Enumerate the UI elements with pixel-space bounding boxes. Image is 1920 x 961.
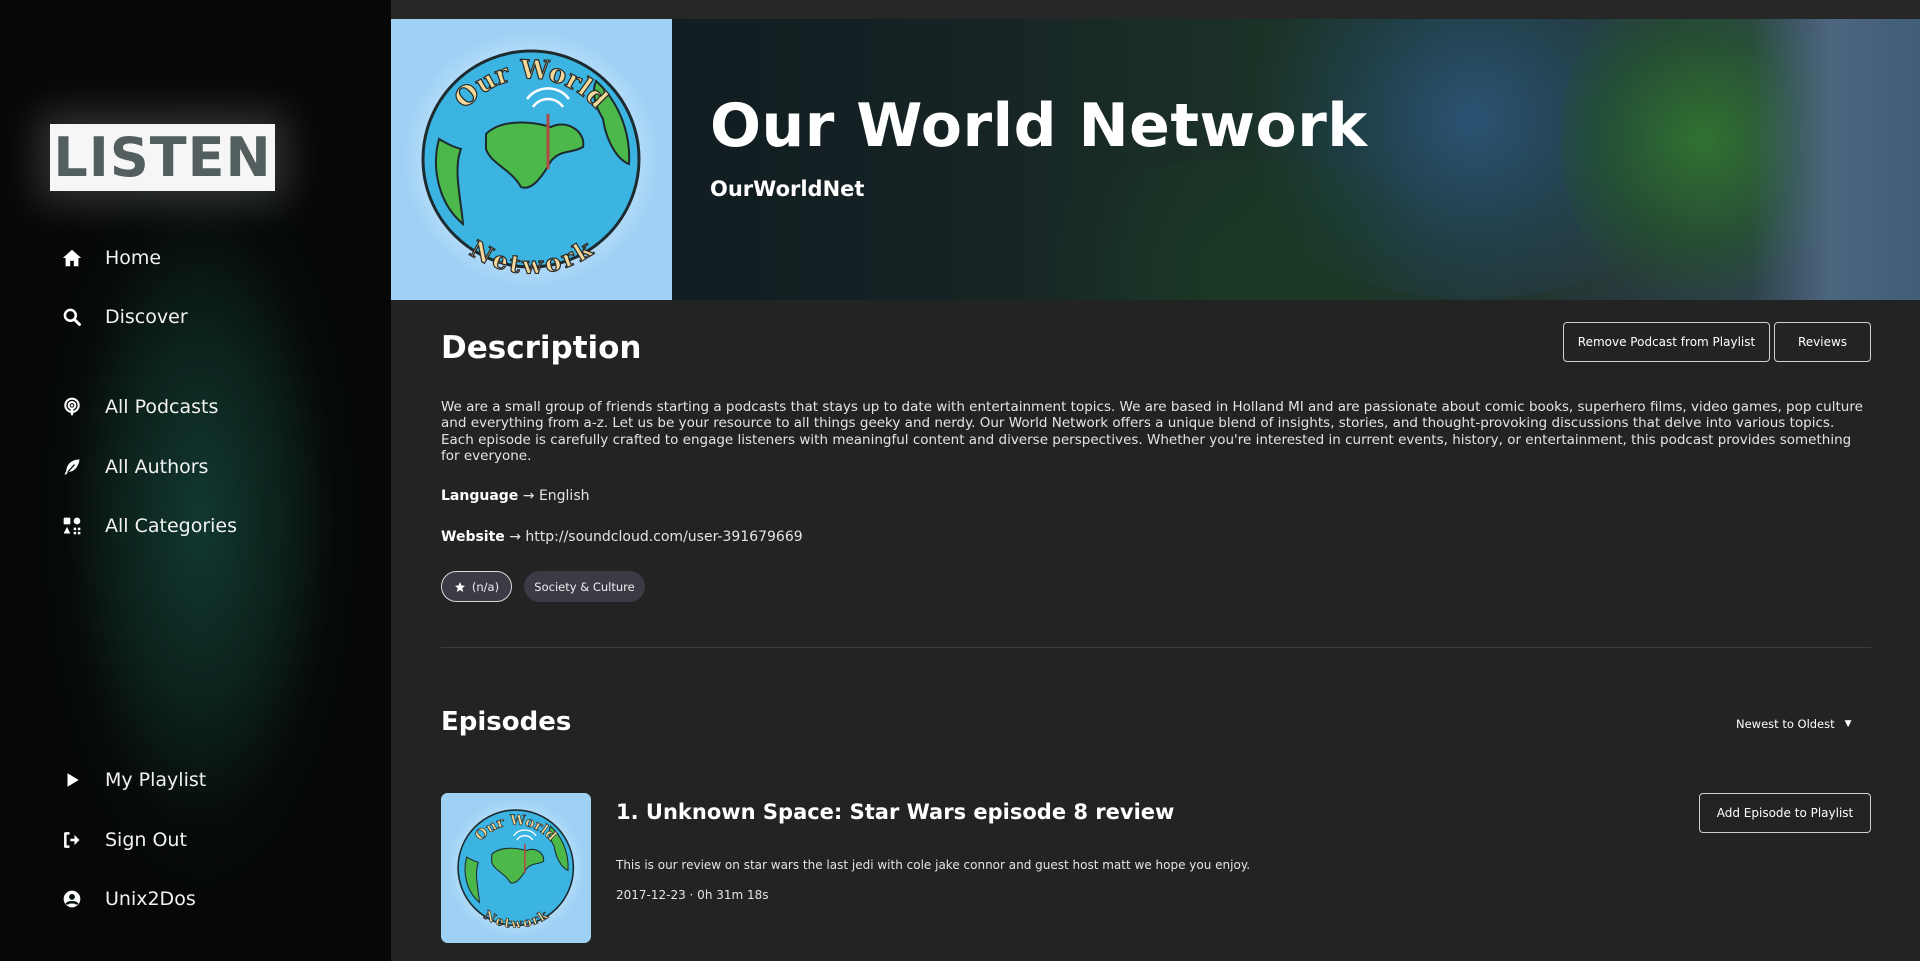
home-icon: [60, 246, 84, 270]
sidebar-item-label: All Categories: [105, 515, 238, 537]
app-logo[interactable]: LISTEN: [50, 124, 275, 191]
play-icon: [60, 768, 84, 792]
sidebar-item-user[interactable]: Unix2Dos: [60, 884, 196, 914]
rating-value: (n/a): [471, 579, 500, 594]
website-line: Website → http://soundcloud.com/user-391…: [441, 529, 803, 545]
arrow: →: [509, 529, 521, 545]
categories-icon: [60, 514, 84, 538]
podcast-cover: Our World Network: [391, 19, 672, 300]
user-circle-icon: [60, 887, 84, 911]
category-badge[interactable]: Society & Culture: [524, 571, 645, 602]
episode-description: This is our review on star wars the last…: [616, 858, 1251, 872]
episode-title[interactable]: 1. Unknown Space: Star Wars episode 8 re…: [616, 800, 1174, 824]
language-label: Language: [441, 488, 519, 504]
sidebar-item-label: Sign Out: [105, 829, 187, 851]
sidebar-item-home[interactable]: Home: [60, 243, 161, 273]
sidebar-item-label: My Playlist: [105, 769, 207, 791]
website-value[interactable]: http://soundcloud.com/user-391679669: [525, 529, 802, 545]
podcast-title: Our World Network: [710, 91, 1368, 161]
sort-label: Newest to Oldest: [1736, 717, 1835, 731]
sidebar: LISTEN Home Discover All Podcasts All Au…: [0, 0, 391, 961]
language-line: Language → English: [441, 488, 590, 504]
add-episode-button[interactable]: Add Episode to Playlist: [1699, 793, 1871, 833]
sidebar-item-label: All Podcasts: [105, 396, 219, 418]
podcast-author[interactable]: OurWorldNet: [710, 177, 864, 201]
sidebar-item-all-categories[interactable]: All Categories: [60, 511, 237, 541]
podcast-icon: [60, 395, 84, 419]
search-icon: [60, 305, 84, 329]
language-value: English: [538, 488, 590, 504]
sidebar-item-label: All Authors: [105, 456, 209, 478]
episodes-heading: Episodes: [441, 707, 572, 737]
sidebar-item-all-authors[interactable]: All Authors: [60, 452, 208, 482]
star-icon: [454, 581, 465, 592]
sidebar-item-label: Unix2Dos: [105, 888, 196, 910]
logo-text: LISTEN: [53, 125, 272, 189]
top-bar: [391, 0, 1920, 19]
sidebar-item-label: Home: [105, 247, 162, 269]
sidebar-item-label: Discover: [105, 306, 188, 328]
episode-meta: 2017-12-23 · 0h 31m 18s: [616, 888, 769, 902]
caret-down-icon: ▼: [1844, 719, 1852, 729]
description-text: We are a small group of friends starting…: [441, 399, 1863, 464]
rating-badge[interactable]: (n/a): [441, 571, 512, 602]
reviews-button[interactable]: Reviews: [1774, 322, 1871, 362]
episode-cover[interactable]: Our World Network: [441, 793, 591, 943]
sidebar-item-discover[interactable]: Discover: [60, 302, 188, 332]
sidebar-item-my-playlist[interactable]: My Playlist: [60, 765, 206, 795]
divider: [441, 647, 1871, 648]
feather-icon: [60, 455, 84, 479]
description-heading: Description: [441, 330, 642, 366]
podcast-banner: Our World Network Our World Network OurW…: [391, 19, 1920, 300]
sidebar-item-sign-out[interactable]: Sign Out: [60, 825, 187, 855]
website-label: Website: [441, 529, 505, 545]
sign-out-icon: [60, 828, 84, 852]
sort-dropdown[interactable]: Newest to Oldest ▼: [1736, 717, 1852, 731]
sidebar-item-all-podcasts[interactable]: All Podcasts: [60, 392, 218, 422]
remove-podcast-button[interactable]: Remove Podcast from Playlist: [1563, 322, 1770, 362]
arrow: →: [522, 488, 535, 504]
